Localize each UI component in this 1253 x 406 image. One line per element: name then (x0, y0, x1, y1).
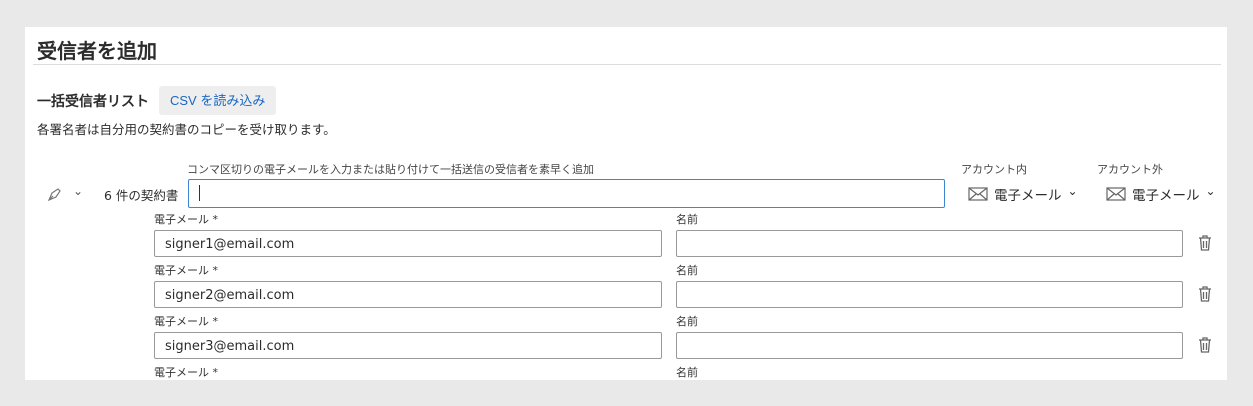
recipient-name-input[interactable] (676, 281, 1183, 308)
recipient-email-input[interactable]: signer3@email.com (154, 332, 662, 359)
name-label: 名前 (676, 264, 698, 277)
envelope-icon (968, 187, 988, 201)
delete-trash-icon[interactable] (1198, 235, 1212, 255)
role-chevron-down-icon[interactable]: ⌄ (73, 184, 83, 198)
external-delivery-dropdown[interactable]: 電子メール ⌄ (1106, 184, 1216, 204)
chevron-down-icon: ⌄ (1067, 184, 1078, 198)
divider (33, 64, 1221, 65)
email-label: 電子メール * (154, 366, 218, 379)
external-account-label: アカウント外 (1097, 163, 1163, 176)
internal-delivery-dropdown[interactable]: 電子メール ⌄ (968, 184, 1078, 204)
name-label: 名前 (676, 366, 698, 379)
bulk-list-title: 一括受信者リスト (37, 94, 149, 110)
email-label: 電子メール * (154, 264, 218, 277)
recipient-email-input[interactable]: signer1@email.com (154, 230, 662, 257)
recipient-name-input[interactable] (676, 332, 1183, 359)
name-label: 名前 (676, 213, 698, 226)
external-delivery-value: 電子メール (1132, 188, 1200, 204)
internal-delivery-value: 電子メール (994, 188, 1062, 204)
bulk-entry-hint: コンマ区切りの電子メールを入力または貼り付けて一括送信の受信者を素早く追加 (187, 163, 594, 176)
envelope-icon (1106, 187, 1126, 201)
page-title: 受信者を追加 (37, 39, 157, 63)
bulk-description: 各署名者は自分用の契約書のコピーを受け取ります。 (37, 122, 336, 137)
signer-role-pen-icon[interactable] (47, 186, 63, 206)
delete-trash-icon[interactable] (1198, 286, 1212, 306)
chevron-down-icon: ⌄ (1205, 184, 1216, 198)
add-recipients-panel: 受信者を追加 一括受信者リスト CSV を読み込み 各署名者は自分用の契約書のコ… (25, 27, 1227, 380)
text-caret (199, 185, 200, 201)
recipient-name-input[interactable] (676, 230, 1183, 257)
bulk-email-input[interactable] (188, 179, 945, 208)
name-label: 名前 (676, 315, 698, 328)
email-label: 電子メール * (154, 315, 218, 328)
delete-trash-icon[interactable] (1198, 337, 1212, 357)
contract-count: 6 件の契約書 (104, 188, 179, 203)
email-label: 電子メール * (154, 213, 218, 226)
import-csv-button[interactable]: CSV を読み込み (159, 86, 277, 115)
recipient-email-input[interactable]: signer2@email.com (154, 281, 662, 308)
internal-account-label: アカウント内 (961, 163, 1027, 176)
